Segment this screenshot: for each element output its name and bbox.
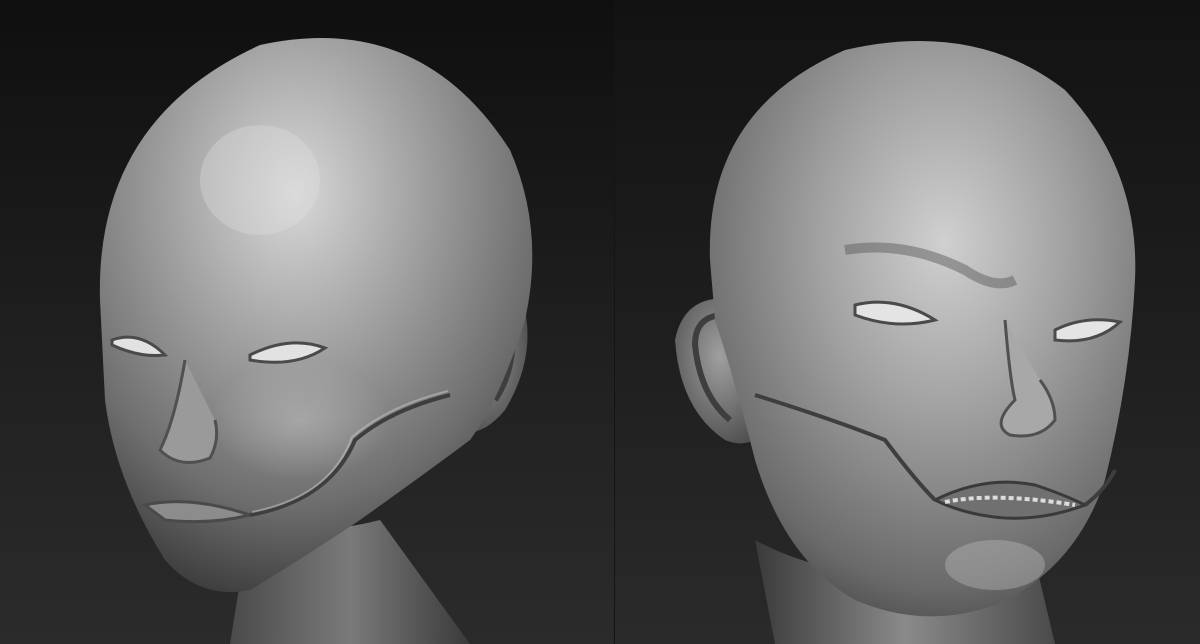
left-head-panel bbox=[0, 0, 615, 644]
left-cheek bbox=[210, 360, 390, 480]
left-forehead-highlight bbox=[200, 125, 320, 235]
render-canvas bbox=[0, 0, 1200, 644]
right-chin-highlight bbox=[945, 540, 1045, 590]
right-head-panel bbox=[615, 0, 1200, 644]
right-head-sculpt bbox=[675, 41, 1136, 644]
left-head-sculpt bbox=[99, 38, 533, 644]
